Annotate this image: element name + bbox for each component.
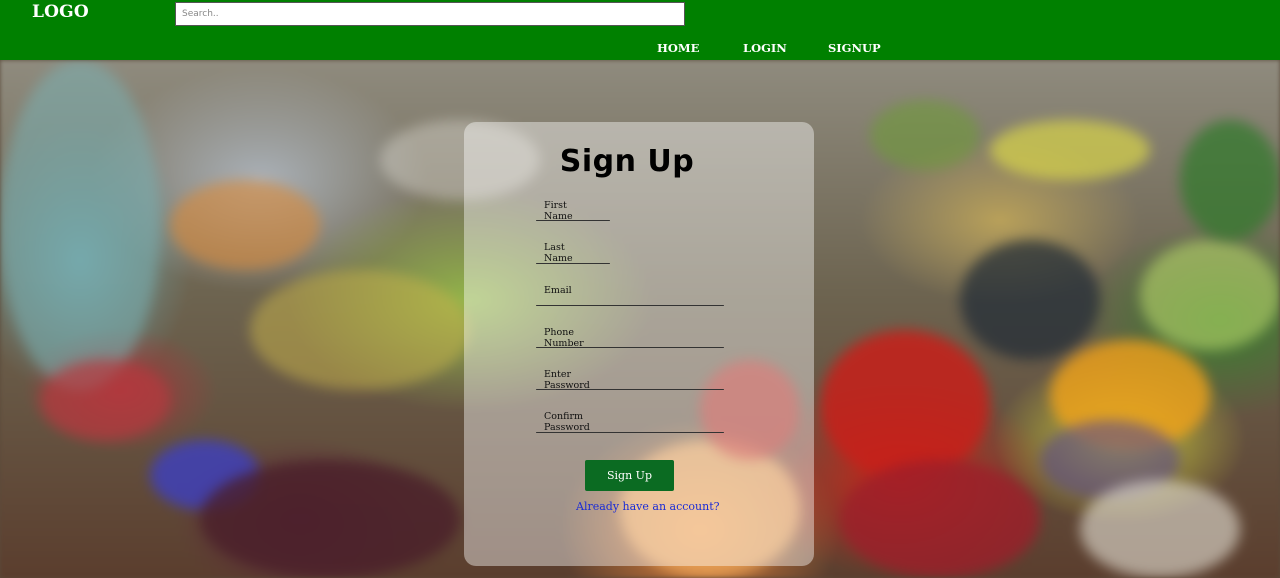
email-underline[interactable] [536, 305, 724, 306]
confirm-password-label: Confirm Password [544, 411, 590, 433]
password-underline[interactable] [536, 389, 724, 390]
search-input[interactable] [175, 2, 685, 26]
background-shape [870, 100, 980, 170]
login-link[interactable]: Already have an account? [576, 500, 720, 513]
background-shape [990, 120, 1150, 180]
background-shape [820, 330, 990, 480]
top-navbar: LOGO HOME LOGIN SIGNUP [0, 0, 1280, 60]
background-shape [960, 240, 1100, 360]
phone-label: Phone Number [544, 327, 584, 349]
nav-home-link[interactable]: HOME [657, 41, 699, 55]
last-name-label: Last Name [544, 242, 573, 264]
signup-card: Sign Up First Name Last Name Email Phone… [464, 122, 814, 566]
phone-underline[interactable] [536, 347, 724, 348]
signup-submit-button[interactable]: Sign Up [585, 460, 674, 491]
background-shape [200, 460, 460, 578]
background-shape [1140, 240, 1280, 350]
confirm-password-underline[interactable] [536, 432, 724, 433]
nav-login-link[interactable]: LOGIN [743, 41, 787, 55]
background-shape [40, 360, 170, 440]
main-nav: HOME LOGIN SIGNUP [0, 41, 1280, 57]
first-name-underline[interactable] [536, 220, 610, 221]
background-shape [1080, 480, 1240, 578]
background-shape [250, 270, 470, 390]
last-name-underline[interactable] [536, 263, 610, 264]
signup-title: Sign Up [559, 144, 695, 179]
background-shape [170, 180, 320, 270]
logo[interactable]: LOGO [32, 2, 89, 22]
first-name-label: First Name [544, 200, 573, 222]
password-label: Enter Password [544, 369, 590, 391]
background-shape [0, 60, 160, 390]
email-label: Email [544, 285, 572, 296]
nav-signup-link[interactable]: SIGNUP [828, 41, 881, 55]
background-shape [840, 460, 1040, 578]
background-shape [1180, 120, 1280, 240]
